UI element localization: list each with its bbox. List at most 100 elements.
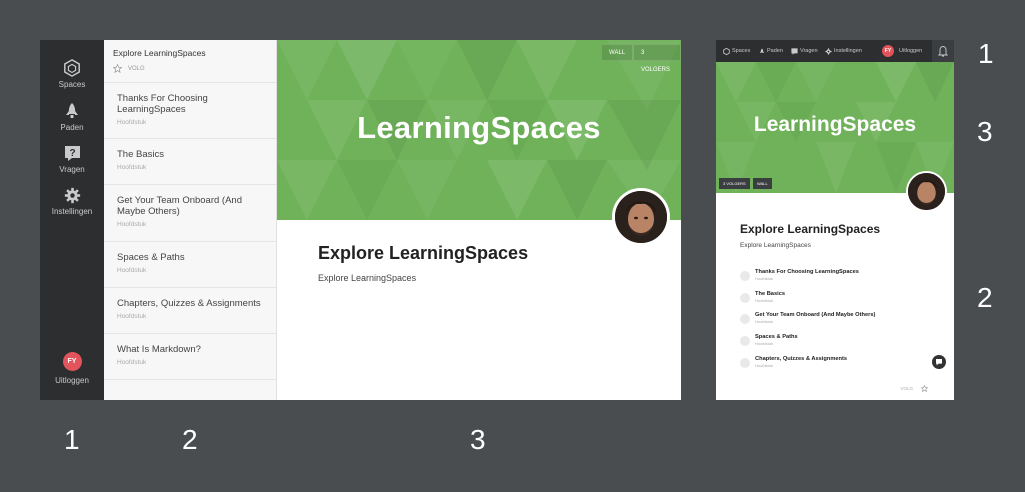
follow-label: VOLG: [900, 386, 913, 391]
chapter-item[interactable]: Thanks For Choosing LearningSpaces Hoofds…: [740, 268, 940, 290]
nav-label: Instellingen: [834, 48, 862, 54]
wall-tab[interactable]: WALL: [601, 44, 634, 61]
notifications-button[interactable]: [932, 40, 954, 62]
chat-icon: [936, 359, 942, 366]
chapter-subtitle: Hoofdstuk: [117, 164, 147, 171]
chapter-subtitle: Hoofdstuk: [117, 313, 147, 320]
bell-icon: [937, 46, 949, 57]
chapter-subtitle: Hoofdstuk: [117, 119, 147, 126]
follow-button[interactable]: VOLG: [900, 385, 928, 392]
chapter-subtitle: Hoofdstuk: [117, 267, 147, 274]
mobile-mockup: Spaces Paden Vragen Instellingen FY Uitl…: [716, 40, 954, 400]
author-avatar[interactable]: [612, 188, 670, 246]
chapter-icon: [740, 292, 750, 303]
annotation-number: 1: [64, 424, 80, 455]
left-rail: Spaces Paden ? Vragen Instellingen FY Ui…: [40, 40, 104, 400]
followers-tab[interactable]: 3 VOLGERS: [633, 44, 681, 73]
banner-title: LearningSpaces: [357, 110, 601, 145]
author-avatar[interactable]: [906, 171, 947, 212]
page-description: Explore LearningSpaces: [740, 242, 811, 249]
space-name: Explore LearningSpaces: [113, 48, 206, 58]
rail-item-vragen[interactable]: ? Vragen: [40, 145, 104, 174]
page-description: Explore LearningSpaces: [318, 273, 417, 283]
follow-button[interactable]: VOLG: [113, 64, 276, 73]
chapter-title: Get Your Team Onboard (And Maybe Others): [117, 195, 242, 217]
chapter-item[interactable]: Chapters, Quizzes & Assignments Hoofdstuk: [740, 355, 940, 377]
page-title: Explore LearningSpaces: [318, 243, 529, 263]
annotation-number: 3: [977, 116, 993, 147]
spaces-icon: [64, 59, 80, 77]
logout-label: Uitloggen: [899, 48, 923, 54]
chapter-item[interactable]: Spaces & Paths Hoofdstuk: [104, 242, 276, 288]
logout-label: Uitloggen: [55, 376, 89, 385]
chapter-icon: [740, 357, 750, 368]
question-icon: [791, 47, 798, 55]
spaces-icon: [723, 47, 730, 55]
chapter-item[interactable]: Spaces & Paths Hoofdstuk: [740, 333, 940, 355]
chapter-subtitle: Hoofdstuk: [755, 276, 774, 281]
nav-label: Paden: [767, 48, 783, 54]
logout-button[interactable]: FY Uitloggen: [882, 40, 922, 62]
chapter-icon: [740, 314, 750, 325]
chapter-list: Explore LearningSpaces VOLG Thanks For C…: [104, 40, 277, 400]
mobile-navbar: Spaces Paden Vragen Instellingen FY Uitl…: [716, 40, 954, 62]
follow-label: VOLG: [128, 65, 145, 72]
gear-icon: [825, 47, 832, 55]
chapter-subtitle: Hoofdstuk: [755, 341, 774, 347]
nav-item-instellingen[interactable]: Instellingen: [825, 40, 862, 62]
space-main: WALL 3 VOLGERS LearningSpaces Explore Le…: [277, 40, 681, 400]
chapter-subtitle: Hoofdstuk: [117, 221, 147, 228]
followers-tab[interactable]: 3 VOLGERS: [719, 178, 750, 189]
svg-text:?: ?: [69, 148, 75, 159]
rail-item-spaces[interactable]: Spaces: [40, 59, 104, 89]
chapter-title: Thanks For Choosing LearningSpaces: [117, 93, 208, 115]
nav-item-spaces[interactable]: Spaces: [723, 40, 750, 62]
chapter-subtitle: Hoofdstuk: [755, 362, 774, 368]
logout-button[interactable]: FY Uitloggen: [40, 352, 104, 385]
page-title: Explore LearningSpaces: [740, 222, 881, 236]
chapter-item[interactable]: What Is Markdown? Hoofdstuk: [104, 334, 276, 380]
space-banner: WALL 3 VOLGERS LearningSpaces: [277, 40, 681, 220]
wall-tab[interactable]: WALL: [753, 178, 772, 189]
chapter-title: The Basics: [755, 290, 786, 297]
chapter-title: Chapters, Quizzes & Assignments: [755, 355, 848, 362]
chapter-item[interactable]: Get Your Team Onboard (And Maybe Others)…: [740, 311, 940, 333]
chapter-icon: [740, 336, 750, 347]
nav-label: Spaces: [732, 48, 751, 54]
rail-item-instellingen[interactable]: Instellingen: [40, 187, 104, 216]
chat-button[interactable]: [932, 355, 946, 369]
banner-title: LearningSpaces: [753, 113, 917, 136]
annotation-number: 2: [182, 424, 198, 455]
avatar: FY: [62, 352, 82, 371]
nav-item-paden[interactable]: Paden: [759, 40, 783, 62]
portrait-image: [908, 173, 945, 210]
mobile-chapter-list: Thanks For Choosing LearningSpaces Hoofds…: [740, 268, 940, 376]
question-icon: ?: [64, 146, 80, 161]
nav-label: Vragen: [800, 48, 818, 54]
nav-item-vragen[interactable]: Vragen: [791, 40, 818, 62]
annotation-number: 2: [977, 282, 993, 313]
rail-item-paden[interactable]: Paden: [40, 102, 104, 132]
chapter-title: What Is Markdown?: [117, 344, 201, 355]
chapter-title: Chapters, Quizzes & Assignments: [117, 298, 261, 309]
chapter-item[interactable]: Chapters, Quizzes & Assignments Hoofdstu…: [104, 288, 276, 334]
rail-label: Paden: [60, 123, 84, 132]
chapter-item[interactable]: The Basics Hoofdstuk: [104, 139, 276, 185]
chapter-subtitle: Hoofdstuk: [117, 359, 147, 366]
chapter-icon: [740, 271, 750, 281]
chapter-subtitle: Hoofdstuk: [755, 319, 774, 325]
portrait-image: [615, 191, 667, 243]
rail-label: Instellingen: [51, 207, 93, 216]
chapter-item[interactable]: Thanks For Choosing LearningSpaces Hoofd…: [104, 83, 276, 139]
chapter-item[interactable]: Get Your Team Onboard (And Maybe Others)…: [104, 185, 276, 242]
chapter-item[interactable]: The Basics Hoofdstuk: [740, 290, 940, 312]
chapter-subtitle: Hoofdstuk: [755, 297, 774, 303]
chapter-title: Thanks For Choosing LearningSpaces: [755, 269, 859, 275]
chapter-title: Spaces & Paths: [755, 334, 798, 341]
annotation-number: 3: [470, 424, 486, 455]
desktop-mockup: Spaces Paden ? Vragen Instellingen FY Ui…: [40, 40, 681, 400]
star-icon: [921, 385, 928, 392]
annotation-number: 1: [978, 38, 994, 69]
gear-icon: [64, 187, 80, 204]
rail-label: Vragen: [59, 165, 85, 174]
